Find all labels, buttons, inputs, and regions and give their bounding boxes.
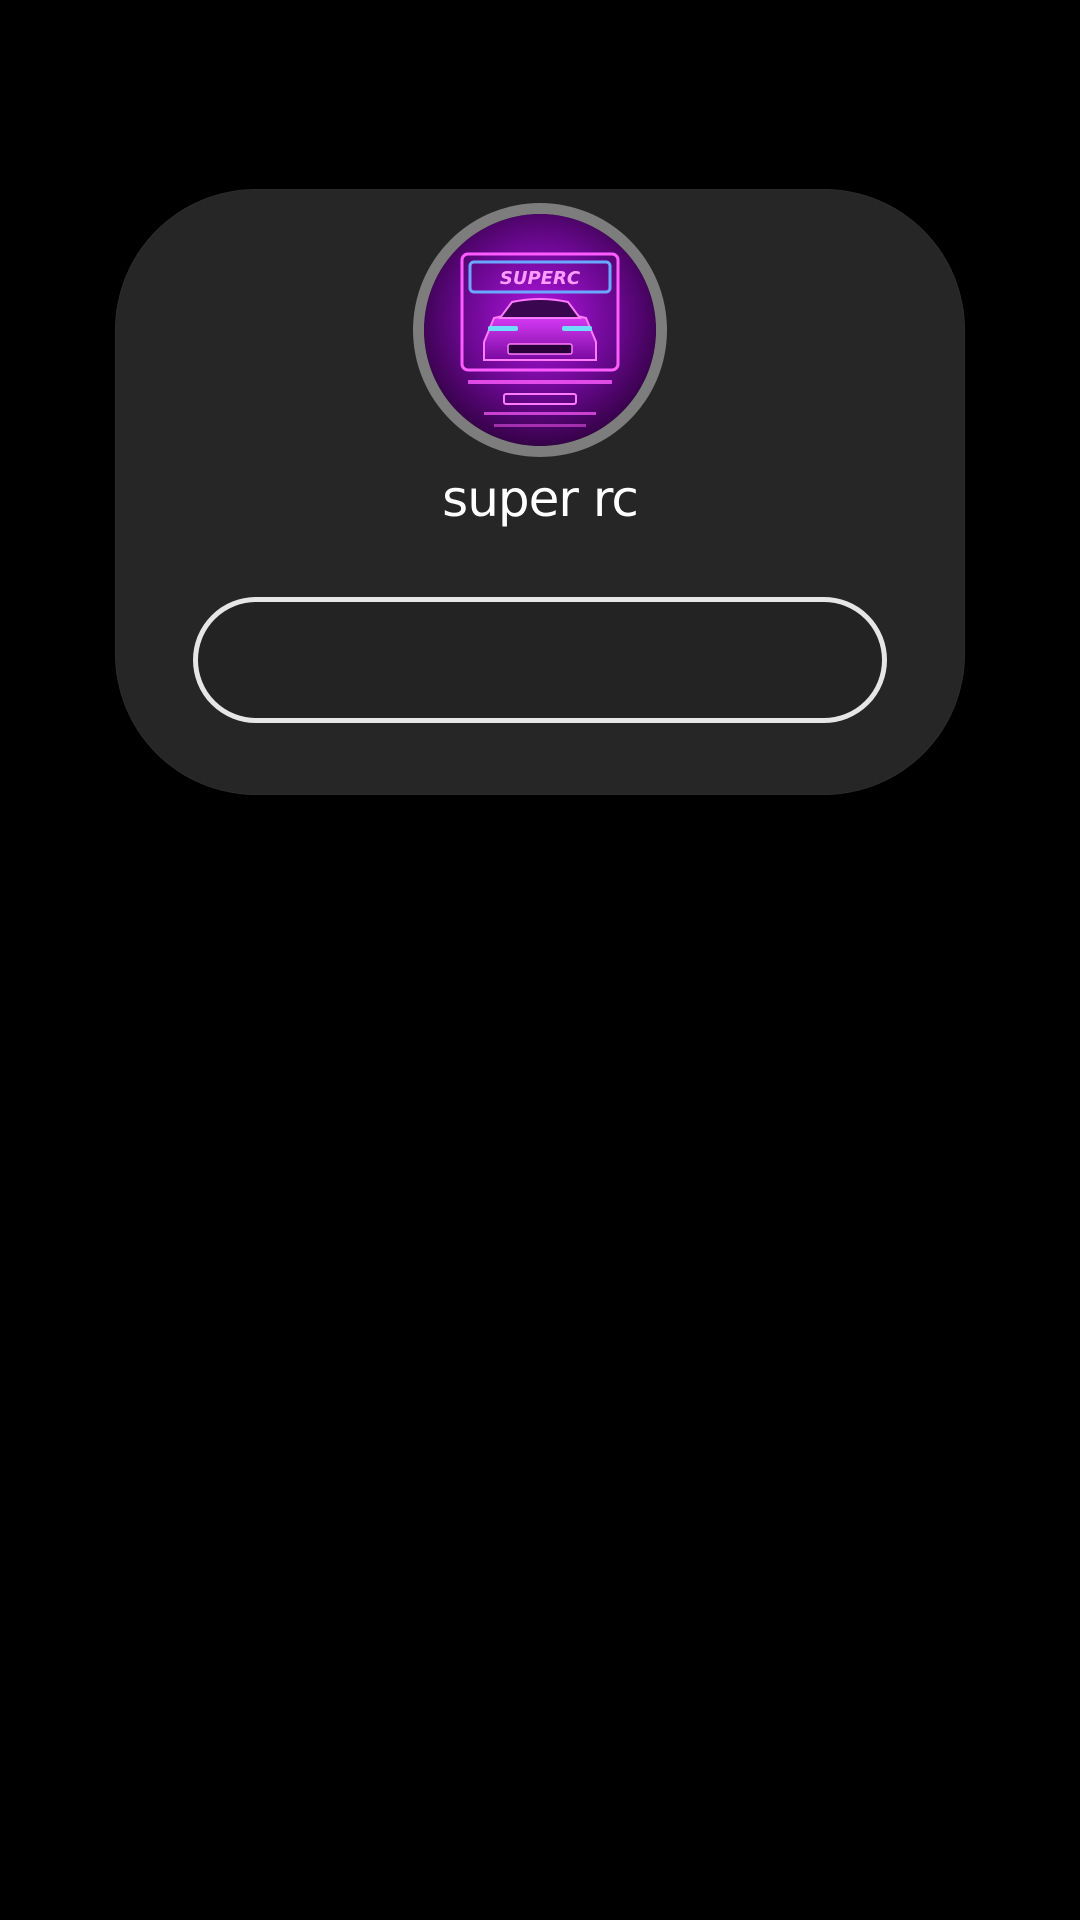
avatar: SUPERC — [413, 203, 667, 457]
profile-name: super rc — [442, 470, 639, 528]
avatar-logo-text: SUPERC — [500, 268, 581, 289]
link-button[interactable] — [193, 597, 887, 723]
neon-car-logo-icon: SUPERC — [424, 214, 656, 446]
